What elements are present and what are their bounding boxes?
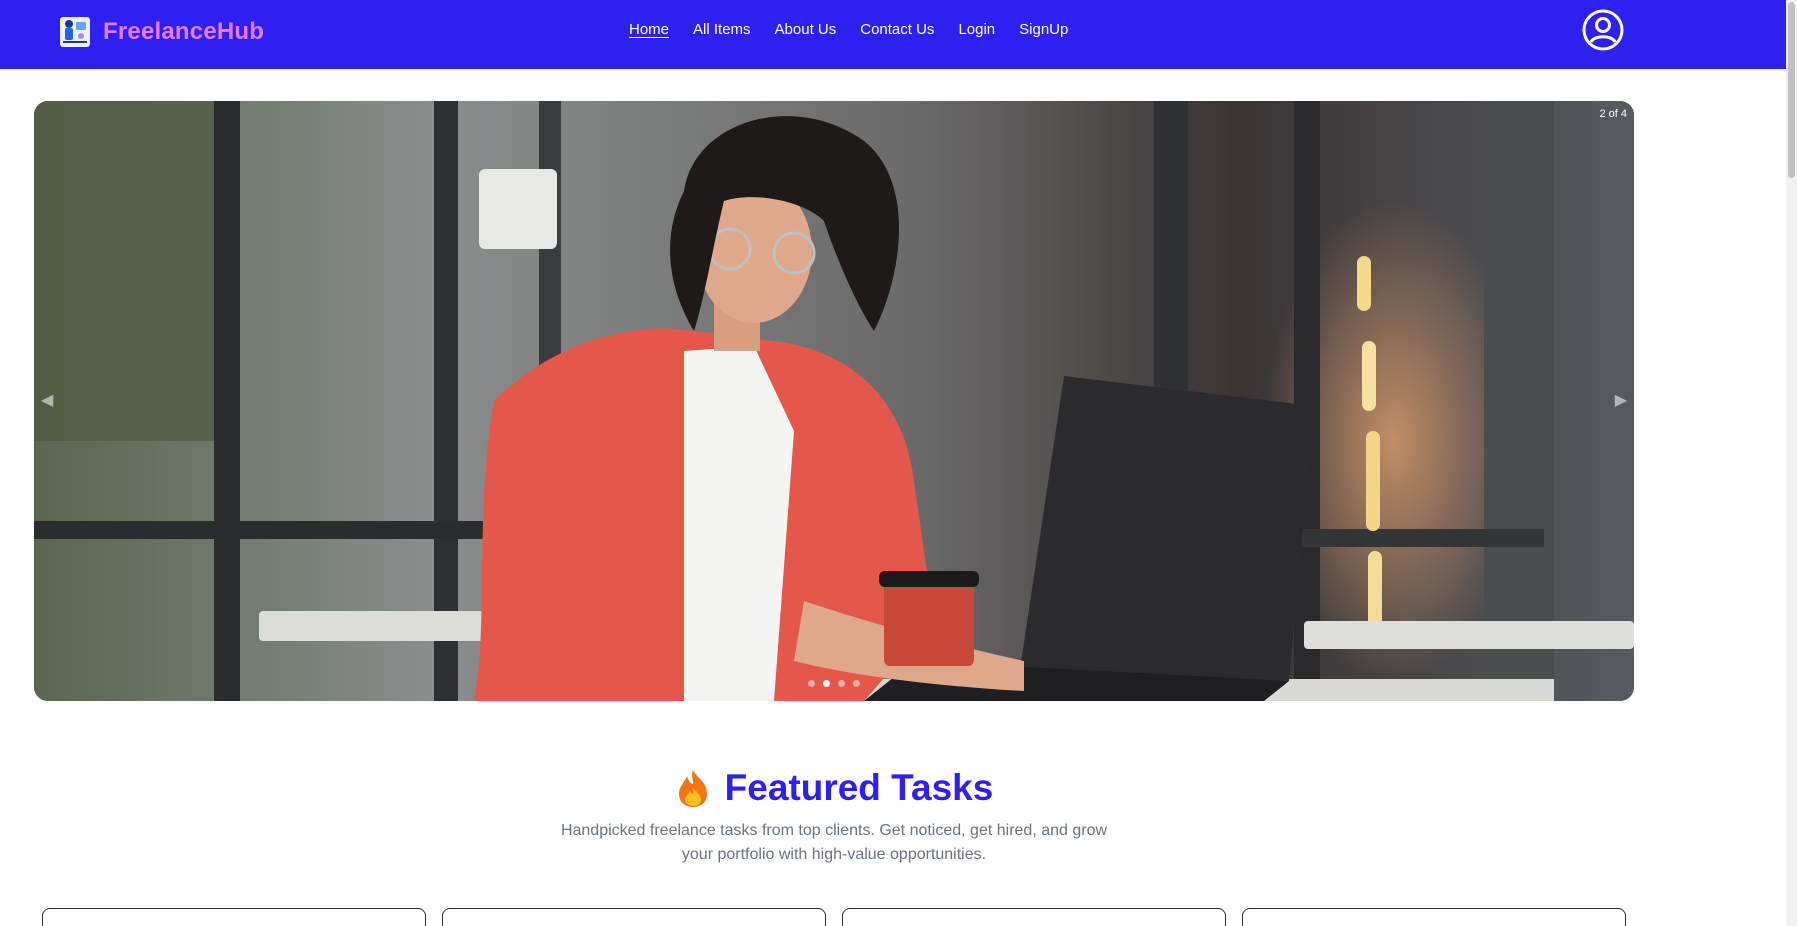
user-circle-icon[interactable] <box>1581 8 1625 52</box>
nav-login[interactable]: Login <box>958 20 995 40</box>
nav-home[interactable]: Home <box>629 20 669 40</box>
task-card[interactable] <box>842 908 1226 926</box>
task-card[interactable] <box>42 908 426 926</box>
task-card[interactable] <box>442 908 826 926</box>
brand-home-link[interactable]: FreelanceHub <box>57 14 264 50</box>
nav-all-items[interactable]: All Items <box>693 20 751 40</box>
task-card[interactable] <box>1242 908 1626 926</box>
main-nav: Home All Items About Us Contact Us Login… <box>629 20 1092 40</box>
hero-carousel[interactable]: 2 of 4 ◀ ▶ <box>34 101 1634 701</box>
featured-subtitle: Handpicked freelance tasks from top clie… <box>560 822 1108 863</box>
nav-signup[interactable]: SignUp <box>1019 20 1068 40</box>
scrollbar-thumb[interactable] <box>1788 2 1795 178</box>
page-scrollbar[interactable] <box>1786 0 1797 926</box>
top-navbar: FreelanceHub Home All Items About Us Con… <box>0 0 1786 69</box>
hero-image <box>34 101 1634 701</box>
featured-title-row: Featured Tasks <box>675 764 994 812</box>
task-card-list <box>42 908 1626 926</box>
featured-title: Featured Tasks <box>724 767 994 808</box>
carousel-prev-button[interactable]: ◀ <box>41 390 53 410</box>
carousel-dot[interactable] <box>853 680 860 687</box>
carousel-next-button[interactable]: ▶ <box>1615 390 1627 410</box>
nav-contact-us[interactable]: Contact Us <box>860 20 934 40</box>
carousel-dots <box>808 680 860 687</box>
brand-name: FreelanceHub <box>103 18 265 45</box>
featured-tasks-header: Featured Tasks Handpicked freelance task… <box>0 764 1668 867</box>
carousel-dot[interactable] <box>823 680 830 687</box>
nav-about-us[interactable]: About Us <box>775 20 837 40</box>
freelancer-logo-icon <box>60 17 90 47</box>
carousel-dot[interactable] <box>808 680 815 687</box>
slide-counter: 2 of 4 <box>1599 108 1627 120</box>
fire-icon <box>678 770 707 807</box>
carousel-dot[interactable] <box>838 680 845 687</box>
